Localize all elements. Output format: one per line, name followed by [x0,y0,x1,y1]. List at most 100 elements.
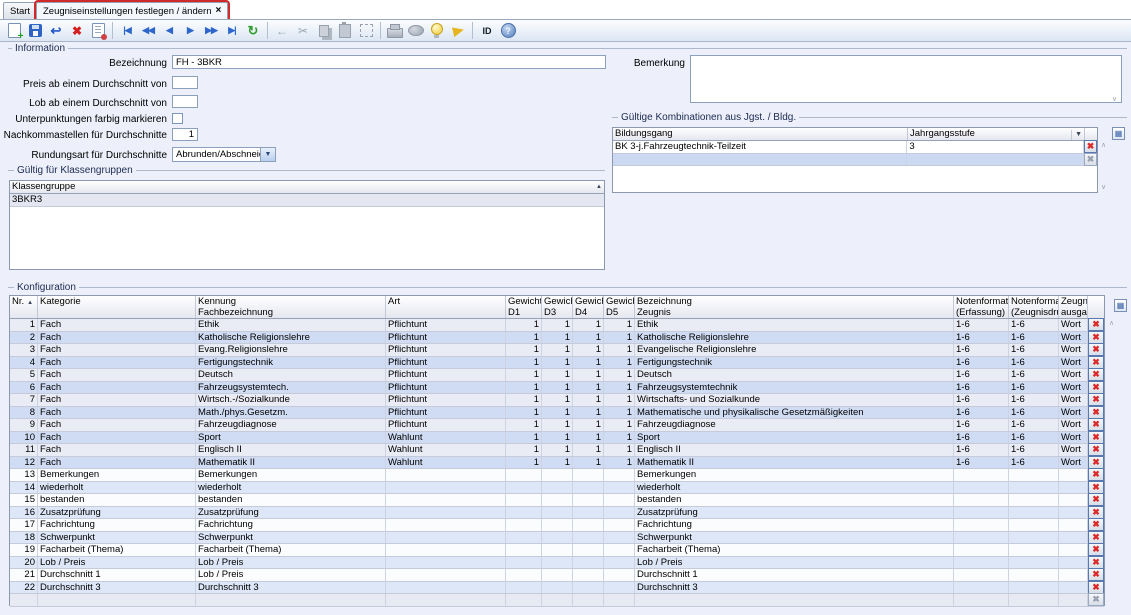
konfiguration-cell[interactable]: Fach [38,344,196,356]
konfiguration-col-gewicht-d3[interactable]: GewichtD3 [542,296,573,318]
konfiguration-cell[interactable]: 1 [542,319,573,331]
undo-button[interactable]: ↩ [46,21,66,40]
konfiguration-cell[interactable] [604,469,635,481]
konfiguration-cell[interactable]: Durchschnitt 1 [635,569,954,581]
konfiguration-cell[interactable] [1059,481,1088,493]
konfiguration-cell[interactable]: 1-6 [1009,381,1059,393]
konfiguration-cell[interactable]: Lob / Preis [196,556,386,568]
konfiguration-cell[interactable] [573,531,604,543]
konfiguration-cell[interactable] [573,469,604,481]
kombinationen-row[interactable]: ✖ [613,152,1097,166]
konfiguration-cell[interactable]: Fertigungstechnik [635,356,954,368]
konfiguration-customize-button[interactable]: ▦ [1114,299,1127,312]
konfiguration-cell[interactable] [542,569,573,581]
preis-input[interactable] [172,76,198,89]
save-button[interactable] [25,21,45,40]
konfiguration-cell[interactable]: Facharbeit (Thema) [38,544,196,556]
konfiguration-delete-button[interactable]: ✖ [1088,580,1104,594]
konfiguration-cell[interactable]: 1 [542,431,573,443]
konfiguration-cell[interactable]: 1-6 [1009,319,1059,331]
konfiguration-cell[interactable] [542,469,573,481]
konfiguration-cell[interactable]: Fach [38,369,196,381]
konfiguration-cell[interactable]: 1 [506,331,542,343]
konfiguration-cell[interactable]: Zusatzprüfung [635,506,954,518]
konfiguration-cell[interactable] [386,531,506,543]
konfiguration-cell[interactable]: 1 [573,369,604,381]
kombinationen-cell[interactable]: 3 [907,141,1084,153]
konfiguration-cell[interactable]: 1 [542,394,573,406]
konfiguration-cell[interactable]: 1 [542,344,573,356]
kombinationen-cell[interactable]: BK 3-j.Fahrzeugtechnik-Teilzeit [613,141,908,153]
konfiguration-cell[interactable]: Deutsch [635,369,954,381]
konfiguration-delete-button[interactable]: ✖ [1088,568,1104,582]
konfiguration-row[interactable]: 20 Lob / Preis Lob / Preis Lob / Preis ✖ [10,555,1104,569]
konfiguration-cell[interactable] [954,581,1009,593]
kombinationen-cell[interactable] [613,153,908,165]
konfiguration-cell[interactable]: 1 [542,356,573,368]
konfiguration-cell[interactable]: Lob / Preis [635,556,954,568]
konfiguration-cell[interactable]: 1 [573,406,604,418]
konfiguration-delete-button[interactable]: ✖ [1088,355,1104,369]
konfiguration-cell[interactable] [1009,569,1059,581]
konfiguration-row[interactable]: 1 Fach Ethik Pflichtunt 1 1 1 1 Ethik 1-6 1-6 Wort ✖ [10,318,1104,332]
konfiguration-cell[interactable]: Math./phys.Gesetzm. [196,406,386,418]
konfiguration-cell[interactable]: Wort [1059,431,1088,443]
konfiguration-cell[interactable]: wiederholt [38,481,196,493]
next-block-button[interactable]: ▶▶ [201,21,221,40]
konfiguration-cell[interactable] [386,556,506,568]
konfiguration-cell[interactable]: Fach [38,381,196,393]
kombinationen-col-jahrgangsstufe[interactable]: Jahrgangsstufe ▼ [908,128,1085,140]
edit-properties-button[interactable] [88,21,108,40]
konfiguration-cell[interactable] [573,556,604,568]
konfiguration-cell[interactable] [386,519,506,531]
konfiguration-cell[interactable]: 1 [506,344,542,356]
konfiguration-cell[interactable] [604,494,635,506]
konfiguration-cell[interactable] [604,556,635,568]
konfiguration-cell[interactable] [954,531,1009,543]
konfiguration-cell[interactable] [635,594,954,606]
konfiguration-row[interactable]: 11 Fach Englisch II Wahlunt 1 1 1 1 Englisch II 1… [10,443,1104,457]
konfiguration-cell[interactable]: 1-6 [1009,394,1059,406]
konfiguration-cell[interactable]: Fach [38,406,196,418]
konfiguration-cell[interactable]: Zusatzprüfung [38,506,196,518]
kombinationen-scroll-down-icon[interactable]: ∨ [1101,183,1106,191]
konfiguration-row[interactable]: 12 Fach Mathematik II Wahlunt 1 1 1 1 Mathematik… [10,455,1104,469]
konfiguration-cell[interactable]: Pflichtunt [386,394,506,406]
konfiguration-cell[interactable] [38,594,196,606]
announce-button[interactable] [448,21,468,40]
konfiguration-cell[interactable]: Facharbeit (Thema) [196,544,386,556]
konfiguration-cell[interactable]: Pflichtunt [386,406,506,418]
konfiguration-cell[interactable]: 1 [542,406,573,418]
konfiguration-cell[interactable]: 20 [10,556,38,568]
konfiguration-row[interactable]: 7 Fach Wirtsch.-/Sozialkunde Pflichtunt 1 1 1 1… [10,393,1104,407]
konfiguration-delete-button[interactable]: ✖ [1088,480,1104,494]
konfiguration-row[interactable]: 17 Fachrichtung Fachrichtung Fachrichtung ✖ [10,518,1104,532]
konfiguration-cell[interactable] [386,481,506,493]
konfiguration-cell[interactable] [506,531,542,543]
konfiguration-col-notenformat--zeugnisdruck-[interactable]: Notenformat(Zeugnisdruck) [1009,296,1059,318]
konfiguration-cell[interactable]: 14 [10,481,38,493]
konfiguration-row[interactable]: 14 wiederholt wiederholt wiederholt ✖ [10,480,1104,494]
konfiguration-cell[interactable]: 1-6 [954,356,1009,368]
konfiguration-cell[interactable]: Fahrzeugsystemtechnik [635,381,954,393]
konfiguration-cell[interactable]: Sport [635,431,954,443]
konfiguration-cell[interactable]: 1 [542,456,573,468]
konfiguration-row[interactable]: 13 Bemerkungen Bemerkungen Bemerkungen ✖ [10,468,1104,482]
konfiguration-cell[interactable]: Schwerpunkt [38,531,196,543]
prior-button[interactable]: ◀ [159,21,179,40]
konfiguration-cell[interactable]: 1 [506,394,542,406]
konfiguration-cell[interactable]: 2 [10,331,38,343]
konfiguration-cell[interactable]: Englisch II [635,444,954,456]
jahrgangsstufe-filter-icon[interactable]: ▼ [1071,130,1082,140]
konfiguration-cell[interactable] [506,556,542,568]
konfiguration-cell[interactable]: 1 [506,356,542,368]
konfiguration-cell[interactable] [604,569,635,581]
konfiguration-cell[interactable]: 1-6 [1009,419,1059,431]
konfiguration-cell[interactable]: Bemerkungen [196,469,386,481]
select-marquee-button[interactable] [356,21,376,40]
konfiguration-row[interactable]: 19 Facharbeit (Thema) Facharbeit (Thema) Fa… [10,543,1104,557]
klassengruppen-col-klassengruppe[interactable]: Klassengruppe ▲ [10,181,604,193]
konfiguration-cell[interactable] [1059,594,1088,606]
konfiguration-cell[interactable]: 1-6 [954,381,1009,393]
konfiguration-cell[interactable] [542,506,573,518]
